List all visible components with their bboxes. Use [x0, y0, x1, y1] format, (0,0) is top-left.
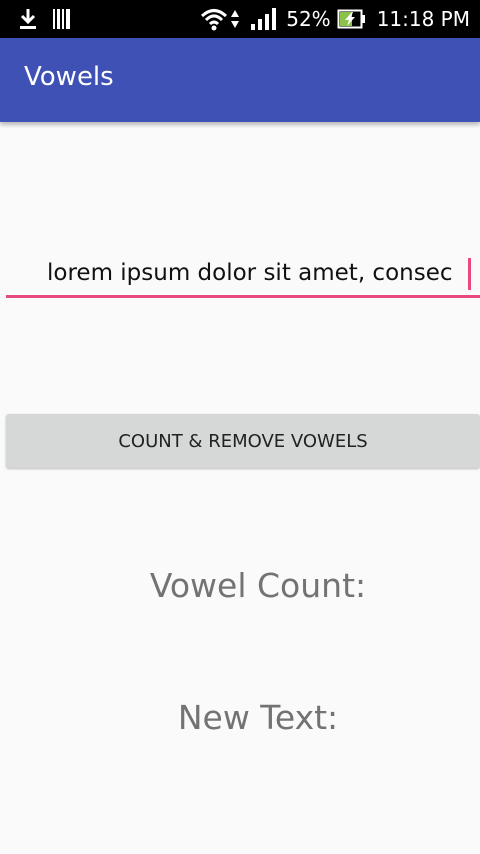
- barcode-icon: [53, 9, 70, 29]
- vowel-count-label: Vowel Count:: [149, 566, 367, 605]
- text-input-value[interactable]: lorem ipsum dolor sit amet, consec: [47, 260, 453, 286]
- data-activity-icon: [231, 10, 240, 28]
- battery-percentage: 52%: [286, 7, 331, 31]
- text-input-underline: [6, 295, 480, 298]
- text-cursor: [468, 258, 471, 290]
- download-icon: [20, 9, 36, 29]
- status-bar: 52% 11:18 PM: [0, 0, 480, 38]
- status-bar-system: 52% 11:18 PM: [200, 0, 470, 38]
- signal-icon: [251, 8, 277, 30]
- count-remove-vowels-button[interactable]: COUNT & REMOVE VOWELS: [6, 414, 480, 468]
- status-bar-notifications: [18, 8, 72, 30]
- battery-charging-icon: [337, 9, 365, 29]
- app-title: Vowels: [24, 62, 114, 92]
- wifi-icon: [201, 9, 228, 31]
- text-input-field[interactable]: lorem ipsum dolor sit amet, consec: [6, 252, 480, 298]
- app-bar: Vowels: [0, 38, 480, 122]
- new-text-label: New Text:: [177, 698, 339, 737]
- status-bar-clock: 11:18 PM: [376, 7, 470, 31]
